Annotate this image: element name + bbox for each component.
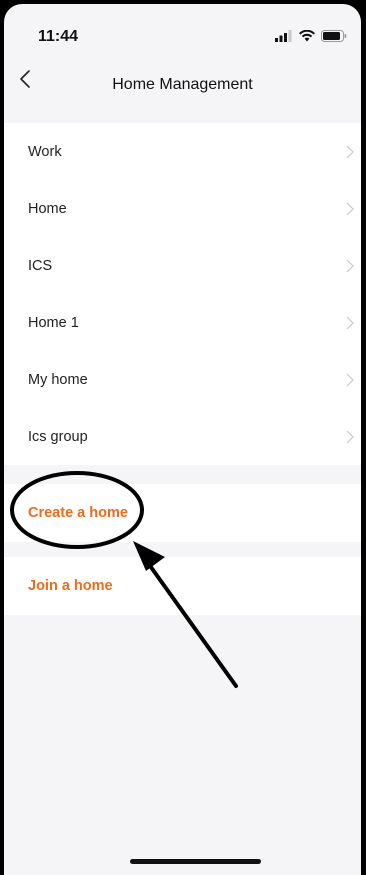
list-item[interactable]: My home [4, 351, 361, 408]
signal-icon [275, 30, 292, 42]
list-item-label: Work [28, 143, 62, 160]
list-item-label: Home [28, 200, 67, 217]
list-item-label: My home [28, 371, 88, 388]
home-list: Work Home ICS Home 1 My home Ics group [4, 123, 361, 465]
chevron-right-icon [346, 373, 354, 387]
page-title: Home Management [112, 76, 253, 93]
list-item-label: ICS [28, 257, 53, 274]
join-home-label: Join a home [28, 578, 113, 594]
list-item[interactable]: ICS [4, 237, 361, 294]
status-icons [275, 30, 347, 42]
chevron-right-icon [346, 316, 354, 330]
list-item-label: Ics group [28, 428, 88, 445]
create-home-button[interactable]: Create a home [4, 484, 361, 542]
chevron-right-icon [346, 202, 354, 216]
list-item[interactable]: Home 1 [4, 294, 361, 351]
list-item-label: Home 1 [28, 314, 79, 331]
nav-bar: Home Management [4, 54, 361, 104]
home-indicator [130, 859, 261, 864]
create-home-label: Create a home [28, 505, 128, 521]
chevron-right-icon [346, 430, 354, 444]
wifi-icon [299, 30, 315, 42]
battery-icon [321, 30, 347, 42]
list-item[interactable]: Ics group [4, 408, 361, 465]
join-home-button[interactable]: Join a home [4, 557, 361, 615]
status-bar: 11:44 [4, 4, 361, 54]
list-item[interactable]: Home [4, 180, 361, 237]
list-item[interactable]: Work [4, 123, 361, 180]
status-time: 11:44 [38, 28, 79, 45]
chevron-right-icon [346, 259, 354, 273]
phone-screen: 11:44 Home Management Work Home ICS Home… [4, 4, 361, 875]
chevron-right-icon [346, 145, 354, 159]
